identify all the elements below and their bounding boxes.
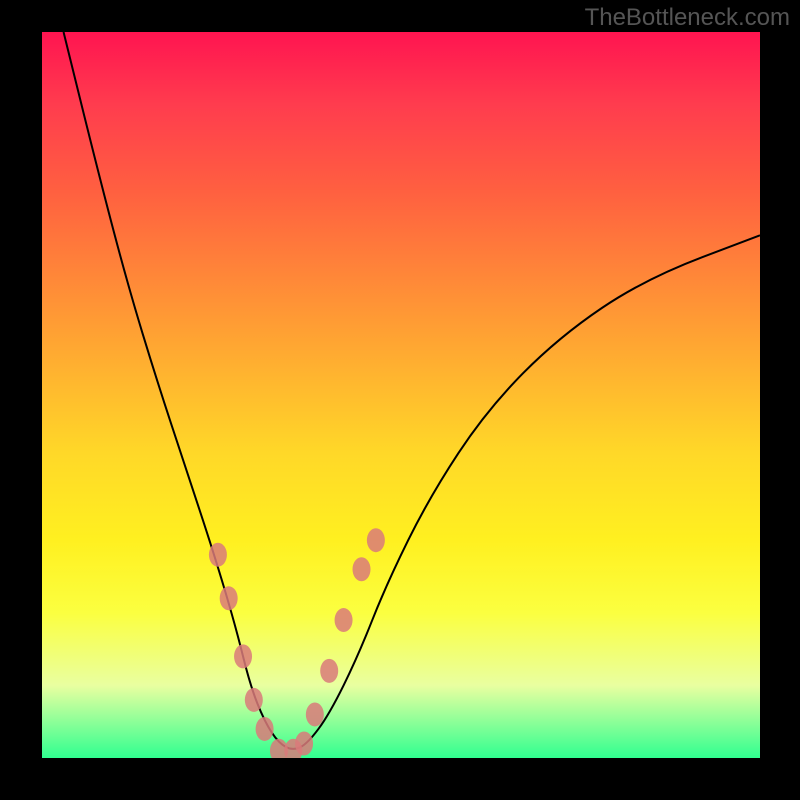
- highlight-marker: [220, 586, 238, 610]
- watermark-text: TheBottleneck.com: [585, 4, 790, 32]
- highlight-marker: [209, 543, 227, 567]
- highlight-marker: [335, 608, 353, 632]
- chart-svg: [42, 32, 760, 758]
- highlight-marker: [295, 731, 313, 755]
- highlight-marker: [245, 688, 263, 712]
- highlight-marker: [234, 644, 252, 668]
- highlight-marker: [306, 702, 324, 726]
- highlight-marker: [256, 717, 274, 741]
- chart-plot-area: [42, 32, 760, 758]
- bottleneck-curve: [64, 32, 760, 749]
- highlight-marker: [367, 528, 385, 552]
- highlight-marker: [353, 557, 371, 581]
- highlight-marker: [320, 659, 338, 683]
